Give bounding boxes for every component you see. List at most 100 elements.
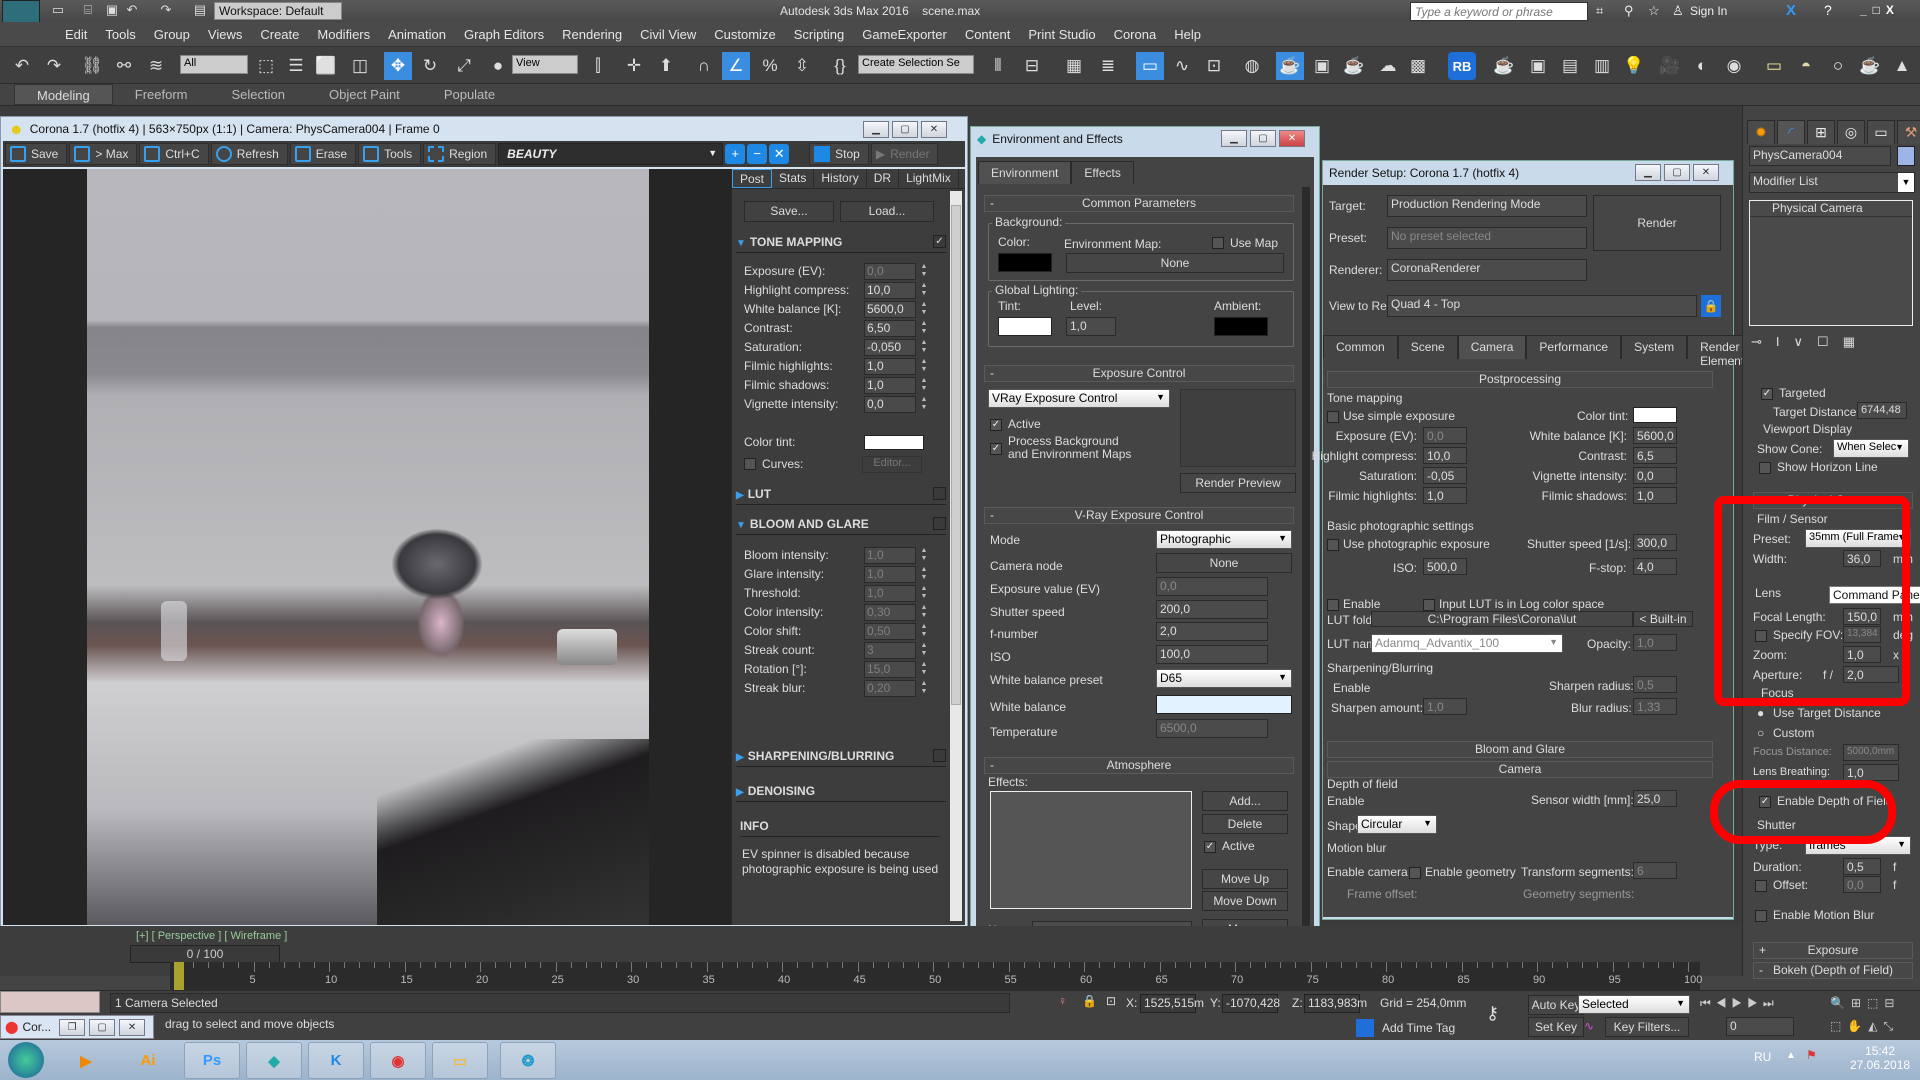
maximize-button[interactable]: ▢ [892,121,918,138]
clock[interactable]: 15:42 27.06.2018 [1850,1044,1910,1072]
renderer-dropdown[interactable]: CoronaRenderer [1387,259,1587,281]
utilities-tab-icon[interactable]: ⚒ [1897,120,1920,144]
lut-log-checkbox[interactable] [1423,599,1435,611]
vfb-render-button[interactable]: ▶ Render [870,143,939,165]
param-spinner[interactable]: 1,0 [864,565,916,583]
custom-radio[interactable]: ○ [1757,726,1764,740]
minimize-button[interactable]: ▁ [1635,164,1661,181]
postprocessing-rollout[interactable]: Postprocessing [1327,371,1713,388]
tray-expand-icon[interactable]: ▲ [1786,1050,1796,1061]
menu-views[interactable]: Views [199,22,251,46]
lut-enable-checkbox[interactable] [1327,599,1339,611]
env-scrollbar[interactable] [1302,187,1310,937]
object-color-swatch[interactable] [1897,146,1915,166]
param-spinner[interactable]: 1,0 [864,584,916,602]
render-production-icon[interactable]: ☕ [1340,52,1368,80]
param-spinner[interactable]: 3 [864,641,916,659]
maximize-button[interactable]: ▢ [89,1018,116,1036]
spinner-arrows-icon[interactable]: ▲ ▼ [919,396,929,413]
named-selection-dropdown[interactable]: Create Selection Se [858,55,974,74]
star-icon[interactable]: ☆ [1648,3,1660,19]
rs-param-spinner[interactable]: 0,0 [1423,427,1467,444]
modify-tab-icon[interactable]: ◜ [1777,120,1805,144]
tab-camera[interactable]: Camera [1457,335,1527,359]
spinner-arrows-icon[interactable]: ▲ ▼ [919,585,929,602]
sharpening-header[interactable]: ▶ SHARPENING/BLURRING [736,749,946,767]
bokeh-rollout[interactable]: - Bokeh (Depth of Field) [1753,962,1913,979]
window-controls[interactable]: _□X [1860,3,1900,17]
corona-light-icon[interactable]: ▭ [1760,52,1788,80]
sharpening-checkbox[interactable] [933,749,946,762]
render-setup-icon[interactable]: ☕ [1276,52,1304,80]
process-bg-checkbox[interactable]: ✓ [990,443,1002,455]
param-spinner[interactable]: 1,0 [864,376,916,394]
close-button[interactable]: ✕ [1279,130,1305,147]
use-map-checkbox[interactable] [1212,237,1224,249]
current-frame-field[interactable]: 0 [1726,1017,1794,1036]
ribbon-tab-modeling[interactable]: Modeling [14,84,113,105]
tab-post[interactable]: Post [732,169,773,188]
close-button[interactable]: ✕ [119,1018,146,1036]
tab-common[interactable]: Common [1323,335,1398,359]
param-spinner[interactable]: 0,0 [864,395,916,413]
rs-param-spinner[interactable]: 6,5 [1633,447,1677,464]
object-name-field[interactable]: PhysCamera004 [1749,146,1891,166]
create-tab-icon[interactable]: ✹ [1747,120,1775,144]
media-player-icon[interactable]: ▶ [58,1042,114,1079]
curves-checkbox[interactable] [744,458,756,470]
select-by-name-icon[interactable]: ☰ [282,52,310,80]
maxscript-listener[interactable] [0,991,100,1013]
vray-exposure-rollout[interactable]: - V-Ray Exposure Control [984,507,1294,524]
mode-dropdown[interactable]: Photographic [1156,530,1292,549]
post-load-button[interactable]: Load... [840,201,934,222]
environment-map-button[interactable]: None [1066,253,1284,273]
redo-icon[interactable]: ↷ [158,3,174,17]
project-folder-icon[interactable]: ▤ [192,3,208,17]
menu-modifiers[interactable]: Modifiers [308,22,379,46]
channel-dropdown[interactable]: BEAUTY ▼ [498,143,724,165]
undo-icon[interactable]: ↶ [124,3,140,17]
menu-graph-editors[interactable]: Graph Editors [455,22,553,46]
close-button[interactable]: ✕ [921,121,947,138]
modifier-list-dropdown[interactable]: Modifier List [1749,172,1915,193]
menu-customize[interactable]: Customize [705,22,784,46]
rs-param-spinner[interactable]: 10,0 [1423,447,1467,464]
timeline-ruler[interactable]: 0510152025303540455055606570758085909510… [170,962,1702,990]
language-indicator[interactable]: RU [1754,1050,1771,1064]
vfb-copy-button[interactable]: Ctrl+C [139,143,209,165]
toggle-ribbon-icon[interactable]: ▭ [1136,52,1164,80]
menu-edit[interactable]: Edit [56,22,96,46]
preset-dropdown[interactable]: No preset selected [1387,227,1587,249]
menu-corona[interactable]: Corona [1105,22,1166,46]
offset-checkbox[interactable] [1755,880,1767,892]
spinner-arrows-icon[interactable]: ▲ ▼ [919,282,929,299]
rs-param-spinner[interactable]: 5600,0 [1633,427,1677,444]
vfb-tools-button[interactable]: Tools [358,143,422,165]
hierarchy-tab-icon[interactable]: ⊞ [1807,120,1835,144]
maximize-button[interactable]: ▢ [1664,164,1690,181]
curves-editor-button[interactable]: Editor... [862,455,922,473]
fstop-spinner[interactable]: 4,0 [1633,558,1677,575]
level-spinner[interactable]: 1,0 [1066,317,1116,336]
color-tint-swatch[interactable] [864,434,924,450]
rs-param-spinner[interactable]: 1,0 [1633,487,1677,504]
start-button[interactable] [8,1042,44,1078]
pivot-center-icon[interactable]: ⫿ [584,52,612,80]
offset-spinner[interactable]: 0,0 [1843,876,1881,893]
time-slider[interactable]: 0 / 100 [130,945,280,963]
remove-modifier-icon[interactable]: ☐ [1817,334,1829,350]
curve-editor-icon[interactable]: ∿ [1168,52,1196,80]
light-lister-icon[interactable]: 💡 [1620,52,1648,80]
wb-preset-dropdown[interactable]: D65 [1156,669,1292,688]
render-shortcut-icon[interactable]: ▩ [1404,52,1432,80]
motion-blur-checkbox[interactable] [1755,910,1767,922]
proxy-icon[interactable]: ☕ [1856,52,1884,80]
add-time-tag[interactable]: Add Time Tag [1382,1021,1455,1035]
bind-space-warp-icon[interactable]: ≋ [142,52,170,80]
binoculars-icon[interactable]: ⌗ [1596,3,1603,19]
spinner-arrows-icon[interactable]: ▲ ▼ [919,320,929,337]
select-manipulate-icon[interactable]: ✛ [620,52,648,80]
menu-help[interactable]: Help [1165,22,1210,46]
undo-icon[interactable]: ↶ [8,52,36,80]
vr-camera-icon[interactable]: ◉ [1720,52,1748,80]
